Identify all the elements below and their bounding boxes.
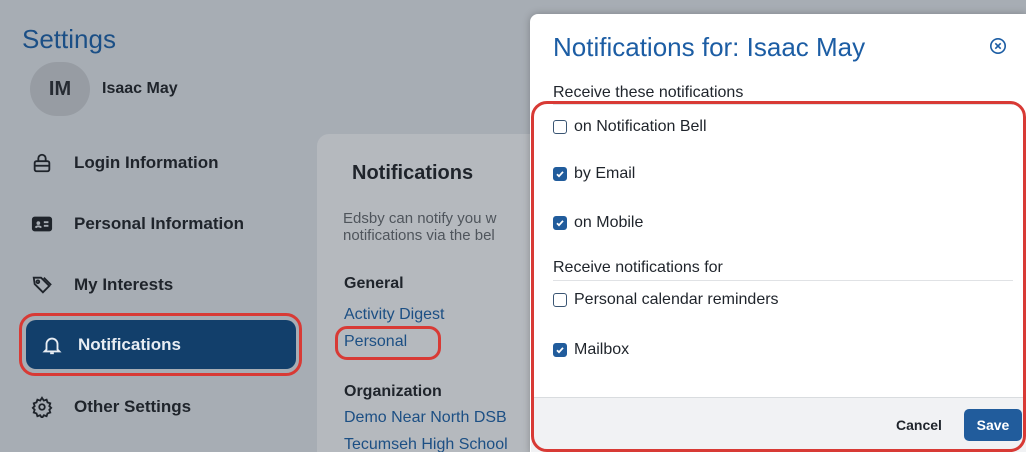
- receive-for-label: Receive notifications for: [553, 259, 723, 276]
- divider: [553, 104, 1013, 105]
- sidebar-item-login-information[interactable]: Login Information: [30, 145, 218, 181]
- checkbox-label: Mailbox: [574, 341, 630, 358]
- user-summary: IM Isaac May: [30, 62, 178, 116]
- user-name: Isaac May: [102, 80, 178, 97]
- avatar: IM: [30, 62, 90, 116]
- checkbox-label: on Notification Bell: [574, 118, 707, 135]
- modal-footer: [531, 397, 1026, 452]
- page-title: Settings: [22, 24, 116, 54]
- notifications-modal: [530, 14, 1026, 452]
- sidebar-item-notifications[interactable]: Notifications: [26, 320, 296, 369]
- lock-icon: [30, 151, 54, 175]
- checkbox-label: on Mobile: [574, 214, 644, 231]
- sidebar-item-label: My Interests: [74, 275, 174, 294]
- checkbox-unchecked[interactable]: [553, 293, 567, 307]
- tags-icon: [30, 273, 54, 297]
- modal-title: Notifications for: Isaac May: [553, 32, 866, 62]
- group-heading-organization: Organization: [344, 383, 442, 400]
- checkbox-checked[interactable]: [553, 216, 567, 230]
- link-activity-digest[interactable]: Activity Digest: [344, 306, 444, 324]
- sidebar-item-other-settings[interactable]: Other Settings: [30, 389, 191, 425]
- sidebar-item-label: Personal Information: [74, 214, 245, 233]
- checkbox-checked[interactable]: [553, 343, 567, 357]
- checkbox-mailbox[interactable]: Mailbox: [553, 341, 629, 359]
- checkbox-calendar-reminders[interactable]: Personal calendar reminders: [553, 291, 779, 309]
- receive-notifications-label: Receive these notifications: [553, 84, 744, 101]
- checkbox-label: Personal calendar reminders: [574, 291, 779, 308]
- sidebar-item-label: Login Information: [74, 153, 219, 172]
- save-button[interactable]: Save: [964, 409, 1022, 441]
- checkbox-checked[interactable]: [553, 167, 567, 181]
- settings-page: Settings IM Isaac May Login Information …: [0, 0, 1026, 452]
- checkbox-notification-bell[interactable]: on Notification Bell: [553, 118, 707, 136]
- close-icon[interactable]: [988, 36, 1008, 56]
- link-organization-school[interactable]: Tecumseh High School: [344, 436, 508, 452]
- sidebar-item-label: Other Settings: [74, 397, 192, 416]
- sidebar-item-my-interests[interactable]: My Interests: [30, 267, 173, 303]
- bell-icon: [40, 333, 64, 357]
- checkbox-label: by Email: [574, 165, 636, 182]
- personal-link-highlight: [335, 326, 441, 360]
- content-title: Notifications: [352, 162, 474, 184]
- link-organization-district[interactable]: Demo Near North DSB: [344, 409, 507, 427]
- cancel-button[interactable]: Cancel: [896, 417, 942, 433]
- group-heading-general: General: [344, 275, 404, 292]
- content-description: Edsby can notify you w notifications via…: [343, 210, 497, 244]
- checkbox-unchecked[interactable]: [553, 120, 567, 134]
- sidebar-item-label: Notifications: [78, 334, 181, 354]
- divider: [553, 280, 1013, 281]
- checkbox-mobile[interactable]: on Mobile: [553, 214, 643, 232]
- sidebar-item-personal-information[interactable]: Personal Information: [30, 206, 244, 242]
- gear-icon: [30, 395, 54, 419]
- id-card-icon: [30, 212, 54, 236]
- checkbox-email[interactable]: by Email: [553, 165, 635, 183]
